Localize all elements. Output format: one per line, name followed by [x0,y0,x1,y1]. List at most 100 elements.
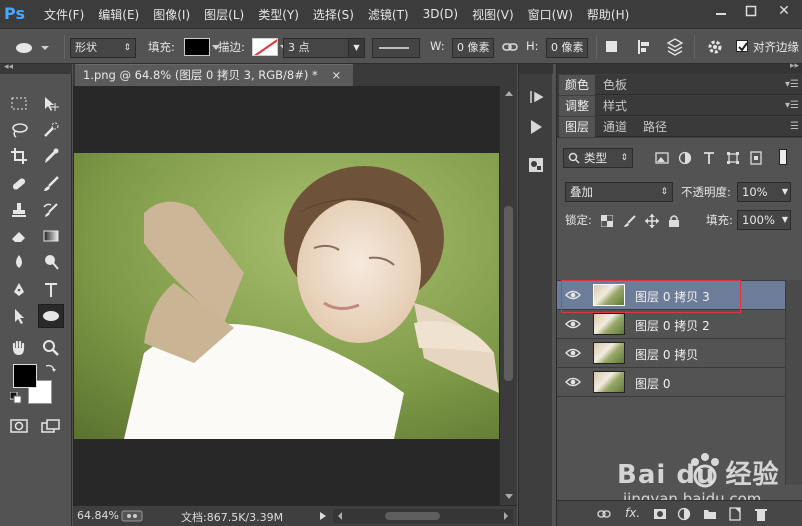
panel-menu-icon[interactable]: ▾☰ [785,100,799,111]
fill-swatch[interactable] [184,38,210,56]
eraser-tool[interactable] [6,224,32,248]
lock-transparent-icon[interactable] [601,215,613,227]
new-group-icon[interactable] [703,508,717,520]
adjustment-layer-icon[interactable] [677,507,691,521]
close-tab-icon[interactable]: × [331,68,341,82]
type-tool[interactable] [38,278,64,302]
scroll-right-icon[interactable] [501,509,511,523]
path-selection-tool[interactable] [6,304,32,328]
lasso-tool[interactable] [6,118,32,142]
tab-channels[interactable]: 通道 [597,117,633,137]
document-tab[interactable]: 1.png @ 64.8% (图层 0 拷贝 3, RGB/8#) * × [75,64,354,86]
history-panel-button[interactable] [525,86,547,108]
blend-mode-select[interactable]: 叠加 ⇕ [565,182,673,202]
layer-name[interactable]: 图层 0 [635,375,670,392]
scroll-up-icon[interactable] [500,88,518,100]
clone-stamp-tool[interactable] [6,198,32,222]
scroll-down-icon[interactable] [500,491,518,503]
properties-panel-button[interactable] [525,154,547,176]
gear-icon[interactable] [706,38,724,56]
stroke-type-select[interactable] [372,38,420,58]
move-tool[interactable] [38,92,64,116]
menu-help[interactable]: 帮助(H) [587,6,629,23]
new-layer-icon[interactable] [729,507,741,521]
filter-toggle[interactable] [779,149,787,165]
visibility-eye-icon[interactable] [565,317,581,331]
menu-filter[interactable]: 滤镜(T) [368,6,409,23]
maximize-button[interactable] [736,0,766,22]
trash-icon[interactable] [755,507,767,521]
stroke-swatch[interactable] [252,38,278,56]
visibility-eye-icon[interactable] [565,346,581,360]
tab-layers[interactable]: 图层 [559,117,596,137]
tool-preset-picker[interactable] [14,37,58,59]
path-arrangement-icon[interactable] [666,38,684,56]
dodge-tool[interactable] [38,250,64,274]
actions-panel-button[interactable] [525,116,547,138]
foreground-color-swatch[interactable] [13,364,37,388]
scroll-thumb[interactable] [504,206,513,381]
tab-paths[interactable]: 路径 [637,117,673,137]
close-button[interactable]: ✕ [766,0,802,22]
screen-mode-button[interactable] [38,414,64,438]
quick-selection-tool[interactable] [38,118,64,142]
menu-file[interactable]: 文件(F) [44,6,84,23]
menu-edit[interactable]: 编辑(E) [98,6,139,23]
h-scroll-thumb[interactable] [385,512,440,520]
layer-row[interactable]: 图层 0 拷贝 2 [557,310,785,339]
collapse-icon[interactable]: ▸▸ [790,61,799,71]
layer-name[interactable]: 图层 0 拷贝 2 [635,317,710,334]
filter-shape-icon[interactable] [726,151,740,165]
panel-menu-icon[interactable]: ▾☰ [785,79,799,90]
layer-name[interactable]: 图层 0 拷贝 [635,346,698,363]
tab-adjustments[interactable]: 调整 [559,96,596,116]
path-operations-icon[interactable] [604,39,620,55]
align-edges-checkbox[interactable] [736,40,748,52]
zoom-level[interactable]: 64.84% [77,509,119,522]
collapse-icon[interactable]: ◂◂ [4,62,13,72]
opacity-field[interactable]: 10% ▼ [737,182,791,202]
lock-all-icon[interactable] [668,214,680,228]
healing-brush-tool[interactable] [6,172,32,196]
vertical-scrollbar[interactable] [499,86,517,505]
hand-tool[interactable] [6,336,32,360]
share-icon[interactable] [121,510,143,522]
zoom-tool[interactable] [38,336,64,360]
filter-adjustment-icon[interactable] [678,151,692,165]
history-brush-tool[interactable] [38,198,64,222]
filter-smart-object-icon[interactable] [749,151,763,165]
status-menu-icon[interactable] [318,511,328,521]
filter-pixel-icon[interactable] [655,152,669,164]
layer-row[interactable]: 图层 0 拷贝 [557,339,785,368]
blur-tool[interactable] [6,250,32,274]
swap-colors-icon[interactable] [44,362,56,374]
path-alignment-icon[interactable] [636,39,652,55]
fill-field[interactable]: 100% ▼ [737,210,791,230]
canvas-area[interactable] [73,86,499,505]
layer-row[interactable]: 图层 0 [557,368,785,397]
visibility-eye-icon[interactable] [565,375,581,389]
ellipse-tool[interactable] [38,304,64,328]
layer-filter-select[interactable]: 类型 ⇕ [563,148,633,168]
marquee-tool[interactable] [6,92,32,116]
eyedropper-tool[interactable] [38,144,64,168]
link-layers-icon[interactable] [597,509,611,519]
tab-styles[interactable]: 样式 [597,96,633,116]
menu-window[interactable]: 窗口(W) [528,6,573,23]
width-field[interactable]: 0 像素 [452,38,494,58]
brush-tool[interactable] [38,172,64,196]
height-field[interactable]: 0 像素 [546,38,588,58]
shape-mode-select[interactable]: 形状 ⇕ [70,38,136,58]
tab-color[interactable]: 颜色 [559,75,596,95]
menu-layer[interactable]: 图层(L) [204,6,244,23]
crop-tool[interactable] [6,144,32,168]
minimize-button[interactable] [706,0,736,22]
menu-type[interactable]: 类型(Y) [258,6,299,23]
menu-view[interactable]: 视图(V) [472,6,514,23]
fx-icon[interactable]: fx. [625,506,640,520]
quick-mask-button[interactable] [6,414,32,438]
panel-menu-icon[interactable]: ☰ [790,121,799,132]
stroke-width-field[interactable]: 3 点 ▼ [283,38,365,58]
menu-select[interactable]: 选择(S) [313,6,354,23]
lock-pixels-icon[interactable] [623,214,637,228]
